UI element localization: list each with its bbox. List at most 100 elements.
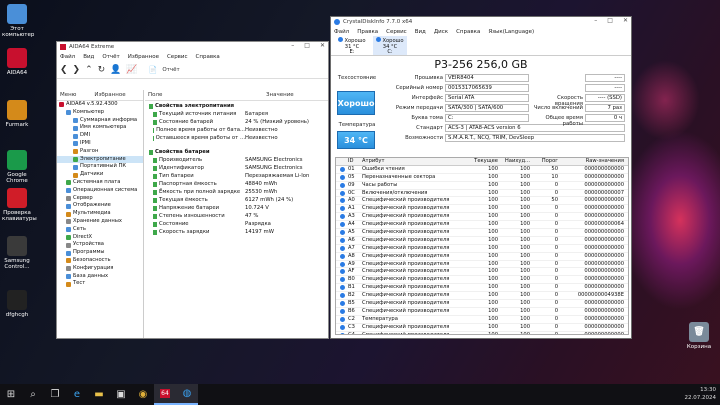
desktop-icon[interactable]: Этот компьютер bbox=[2, 4, 34, 38]
smart-row[interactable]: A6 Специфический производителя 100 100 0 0000… bbox=[336, 237, 628, 245]
search-icon[interactable]: ⌕ bbox=[22, 384, 44, 405]
property-row[interactable]: Полное время работы от бата... Неизвестно bbox=[145, 126, 328, 134]
back-icon[interactable]: ❮ bbox=[60, 65, 68, 75]
desktop-icon[interactable]: Проверка клавиатуры bbox=[2, 188, 37, 222]
task-view-icon[interactable]: ❐ bbox=[44, 384, 66, 405]
smart-column-header[interactable]: Текущее bbox=[470, 158, 502, 165]
chart-icon[interactable]: 📈 bbox=[126, 65, 137, 75]
report-icon[interactable]: 📄 bbox=[149, 66, 158, 74]
minimize-button[interactable]: – bbox=[291, 42, 294, 49]
smart-row[interactable]: B5 Специфический производителя 100 100 0 0000… bbox=[336, 300, 628, 308]
tab-favorites[interactable]: Избранное bbox=[94, 92, 125, 98]
property-row[interactable]: Текущая ёмкость 6127 mWh (24 %) bbox=[145, 196, 328, 204]
tree-item[interactable]: Устройства bbox=[57, 241, 143, 249]
smart-row[interactable]: 0C Включения/отключения 100 100 0 00000000000… bbox=[336, 190, 628, 198]
crystal-menu-item[interactable]: Правка bbox=[357, 29, 378, 35]
property-row[interactable]: Состояние батарей 24 % (Низкий уровень) bbox=[145, 118, 328, 126]
tab-menu[interactable]: Меню bbox=[60, 92, 76, 98]
desktop-icon[interactable]: dfghcgh bbox=[2, 290, 32, 318]
drive-tab[interactable]: Хорошо 31 °C E: bbox=[335, 36, 369, 55]
property-row[interactable]: Состояние Разрядка bbox=[145, 220, 328, 228]
property-row[interactable]: Оставшееся время работы от ... Неизвестно bbox=[145, 134, 328, 142]
crystaldiskinfo-taskbar-icon[interactable]: ◍ bbox=[176, 384, 198, 405]
crystal-titlebar[interactable]: CrystalDiskInfo 7.7.0 x64 – □ ✕ bbox=[331, 17, 631, 27]
recycle-bin[interactable]: 🗑 Корзина bbox=[684, 322, 714, 350]
smart-column-header[interactable]: Порог bbox=[534, 158, 562, 165]
smart-column-header[interactable]: Наихуд... bbox=[502, 158, 534, 165]
property-row[interactable]: Скорость зарядки 14197 mW bbox=[145, 228, 328, 236]
aida64-menu-item[interactable]: Файл bbox=[60, 54, 75, 60]
aida64-window[interactable]: AIDA64 Extreme – □ ✕ Файл Вид Отчёт Избранное… bbox=[56, 41, 329, 339]
chrome-taskbar-icon[interactable]: ◉ bbox=[132, 384, 154, 405]
smart-row[interactable]: C4 Специфический производителя 100 100 0 0000… bbox=[336, 332, 628, 334]
tree-item[interactable]: Компьютер bbox=[57, 109, 143, 117]
crystal-menu-item[interactable]: Справка bbox=[456, 29, 480, 35]
crystal-menu-item[interactable]: Файл bbox=[334, 29, 349, 35]
crystal-maximize-button[interactable]: □ bbox=[607, 17, 613, 24]
report-button[interactable]: Отчёт bbox=[162, 67, 179, 73]
tree-item[interactable]: Суммарная информа bbox=[57, 117, 143, 125]
property-row[interactable]: Степень изношенности 47 % bbox=[145, 212, 328, 220]
aida64-taskbar-icon[interactable]: 64 bbox=[154, 384, 176, 405]
user-icon[interactable]: 👤 bbox=[110, 65, 121, 75]
crystaldiskinfo-window[interactable]: CrystalDiskInfo 7.7.0 x64 – □ ✕ Файл Правка… bbox=[330, 16, 632, 339]
tree-item[interactable]: Хранение данных bbox=[57, 218, 143, 226]
smart-row[interactable]: B0 Специфический производителя 100 100 0 0000… bbox=[336, 276, 628, 285]
file-explorer-icon[interactable]: ▬ bbox=[88, 384, 110, 405]
up-icon[interactable]: ⌃ bbox=[85, 65, 93, 75]
desktop-icon[interactable]: AIDA64 bbox=[2, 48, 32, 76]
property-row[interactable]: Производитель SAMSUNG Electronics bbox=[145, 156, 328, 164]
tree-item[interactable]: Отображение bbox=[57, 202, 143, 210]
tree-item[interactable]: Разгон bbox=[57, 148, 143, 156]
smart-row[interactable]: A3 Специфический производителя 100 100 0 0000… bbox=[336, 213, 628, 222]
smart-row[interactable]: AF Специфический производителя 100 100 0 0000… bbox=[336, 268, 628, 277]
crystal-minimize-button[interactable]: – bbox=[594, 17, 597, 24]
smart-column-header[interactable]: ID bbox=[348, 158, 362, 165]
refresh-icon[interactable]: ↻ bbox=[98, 65, 106, 75]
start-button[interactable]: ⊞ bbox=[0, 384, 22, 405]
smart-row[interactable]: A0 Специфический производителя 100 100 50 000… bbox=[336, 197, 628, 206]
forward-icon[interactable]: ❯ bbox=[73, 65, 81, 75]
tree-item[interactable]: Операционная система bbox=[57, 187, 143, 195]
tree-item[interactable]: Конфигурация bbox=[57, 265, 143, 273]
tree-item[interactable]: Сервер bbox=[57, 195, 143, 203]
tree-item[interactable]: Системная плата bbox=[57, 179, 143, 187]
smart-row[interactable]: B1 Специфический производителя 100 100 0 0000… bbox=[336, 284, 628, 293]
aida64-menu-item[interactable]: Вид bbox=[83, 54, 94, 60]
property-row[interactable]: Текущий источник питания Батарея bbox=[145, 110, 328, 118]
property-row[interactable]: Напряжение батареи 10.724 V bbox=[145, 204, 328, 212]
smart-row[interactable]: C3 Специфический производителя 100 100 0 0000… bbox=[336, 324, 628, 332]
aida64-menu-item[interactable]: Избранное bbox=[128, 54, 159, 60]
system-tray[interactable]: 13:30 22.07.2024 bbox=[685, 386, 717, 402]
tree-item[interactable]: Программы bbox=[57, 249, 143, 257]
smart-row[interactable]: C2 Температура 100 100 0 000000000000 bbox=[336, 316, 628, 324]
aida64-menu-item[interactable]: Сервис bbox=[167, 54, 188, 60]
smart-column-header[interactable]: Атрибут bbox=[362, 158, 470, 165]
close-button[interactable]: ✕ bbox=[320, 42, 325, 49]
aida64-titlebar[interactable]: AIDA64 Extreme – □ ✕ bbox=[57, 42, 328, 52]
tree-item[interactable]: AIDA64 v.5.92.4300 bbox=[57, 101, 143, 109]
smart-row[interactable]: A9 Специфический производителя 100 100 0 0000… bbox=[336, 261, 628, 269]
health-status[interactable]: Хорошо bbox=[337, 91, 375, 115]
desktop-icon[interactable]: Samsung Control... bbox=[2, 236, 32, 270]
property-row[interactable]: Ёмкость при полной зарядке 25530 mWh bbox=[145, 188, 328, 196]
smart-row[interactable]: 05 Переназначенные сектора 100 100 10 0000000… bbox=[336, 174, 628, 182]
property-row[interactable]: Паспортная ёмкость 48840 mWh bbox=[145, 180, 328, 188]
store-icon[interactable]: ▣ bbox=[110, 384, 132, 405]
desktop-icon[interactable]: Furmark bbox=[2, 100, 32, 128]
crystal-menu-item[interactable]: Вид bbox=[415, 29, 426, 35]
tree-item[interactable]: Датчики bbox=[57, 171, 143, 179]
tree-item[interactable]: Имя компьютера bbox=[57, 124, 143, 132]
smart-column-header[interactable]: Raw-значения bbox=[562, 158, 628, 165]
crystal-menu-item[interactable]: Язык(Language) bbox=[488, 29, 534, 35]
smart-row[interactable]: B6 Специфический производителя 100 100 0 0000… bbox=[336, 308, 628, 316]
crystal-close-button[interactable]: ✕ bbox=[623, 17, 628, 24]
smart-row[interactable]: A8 Специфический производителя 100 100 0 0000… bbox=[336, 253, 628, 261]
tree-item[interactable]: DMI bbox=[57, 132, 143, 140]
drive-tab[interactable]: Хорошо 34 °C C: bbox=[373, 36, 407, 55]
smart-row[interactable]: 01 Ошибки чтения 100 100 50 000000000000 bbox=[336, 166, 628, 174]
property-row[interactable]: Идентификатор SAMSUNG Electronics bbox=[145, 164, 328, 172]
smart-row[interactable]: A4 Специфический производителя 100 100 0 0000… bbox=[336, 221, 628, 230]
smart-row[interactable]: A7 Специфический производителя 100 100 0 0000… bbox=[336, 245, 628, 253]
column-value[interactable]: Значение bbox=[266, 92, 294, 98]
